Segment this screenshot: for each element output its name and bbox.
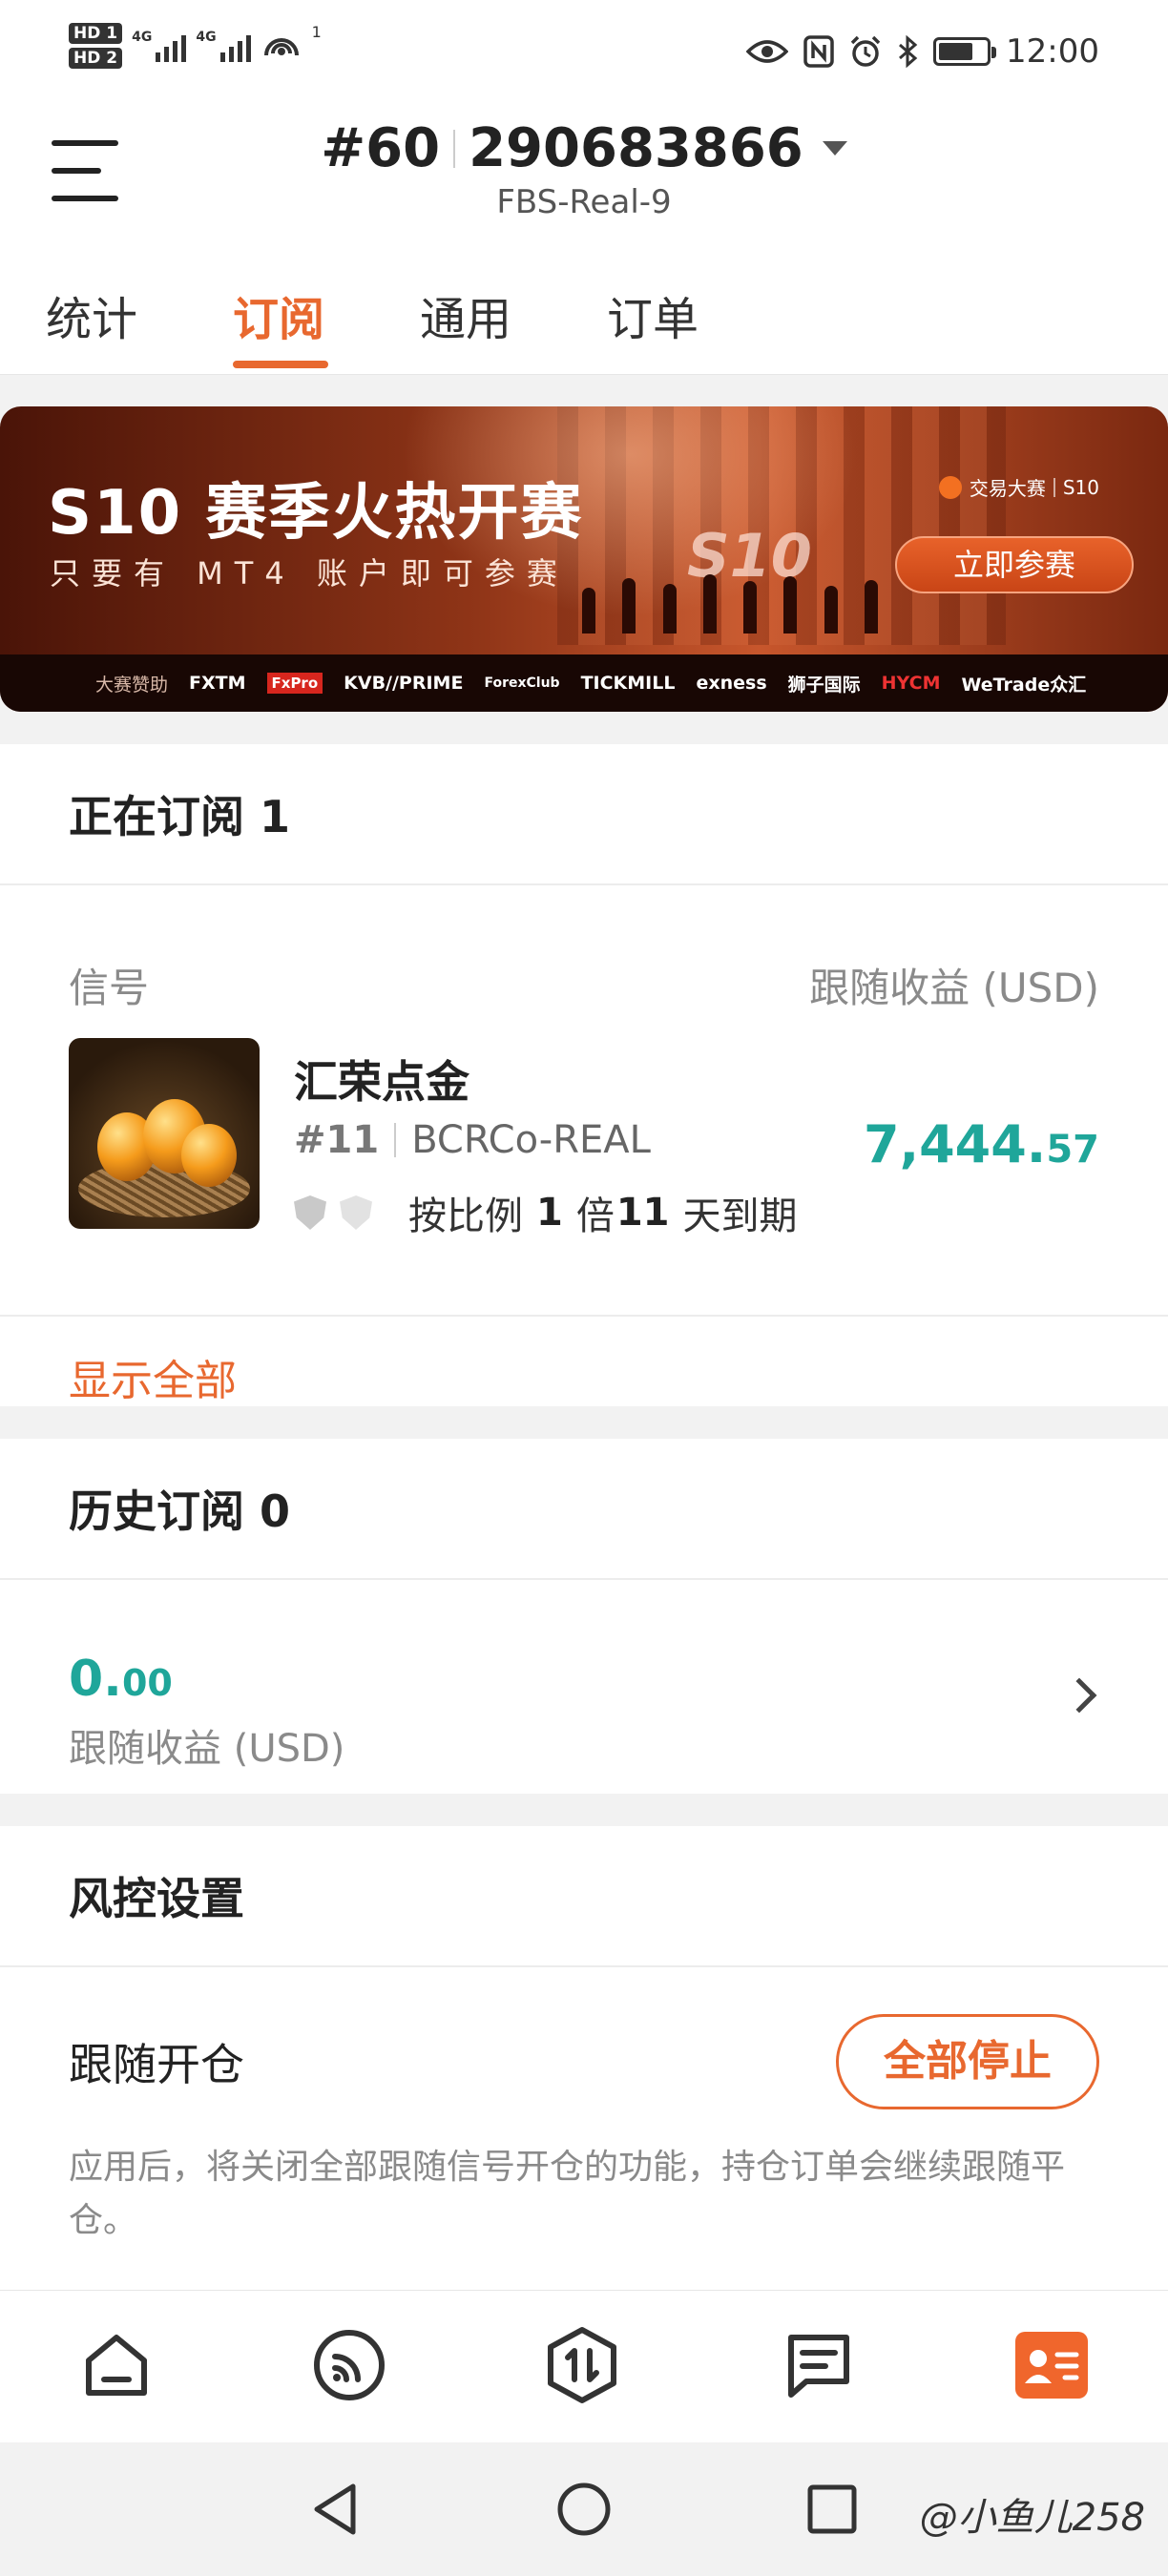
clock: 12:00 <box>1006 32 1099 71</box>
tab-subscriptions[interactable]: 订阅 <box>233 281 324 348</box>
sponsor-logo: 狮子国际 <box>787 674 861 696</box>
sponsor-logo: FXTM <box>189 673 246 694</box>
watermark: @小鱼儿258 <box>919 2496 1145 2540</box>
stop-all-note: 应用后，将关闭全部跟随信号开仓的功能，持仓订单会继续跟随平仓。 <box>69 2148 1066 2240</box>
expiry-days: 11 <box>615 1191 670 1235</box>
shield-icon <box>294 1195 326 1230</box>
active-subscriptions-card: 正在订阅 1 信号 跟随收益 (USD) 汇荣点金 #11 BCRCo-REAL… <box>0 744 1168 1406</box>
signal-meta: #11 BCRCo-REAL <box>294 1118 651 1162</box>
ratio-unit: 倍 <box>575 1195 615 1238</box>
app-header: #60 290683866 FBS-Real-9 <box>0 110 1168 234</box>
sponsor-logo: HYCM <box>881 673 941 694</box>
signal-avatar[interactable] <box>69 1038 260 1229</box>
sim-indicators: HD 1 HD 2 <box>69 23 123 69</box>
history-subscriptions-title: 历史订阅 0 <box>0 1439 1168 1580</box>
brand-logo-icon <box>938 475 962 499</box>
tab-bar: 统计 订阅 通用 订单 <box>0 234 1168 375</box>
follow-open-row: 跟随开仓 全部停止 <box>69 2009 1099 2114</box>
recents-icon[interactable] <box>794 2471 870 2547</box>
hotspot-count: 1 <box>311 23 322 41</box>
caret-down-icon <box>822 141 847 156</box>
status-bar: HD 1 HD 2 4G 4G 1 12:00 <box>0 0 1168 110</box>
ratio-prefix: 按比例 <box>408 1195 523 1238</box>
stop-all-button[interactable]: 全部停止 <box>836 2014 1099 2109</box>
history-profit-decimal: 00 <box>121 1662 173 1704</box>
signal-ratio: 按比例 1 倍 11 天到期 <box>294 1185 798 1240</box>
history-profit-integer: 0. <box>69 1651 122 1708</box>
bluetooth-icon <box>899 35 918 68</box>
account-number: 290683866 <box>469 117 803 179</box>
sponsor-label: 大赛赞助 <box>95 674 169 696</box>
status-left: HD 1 HD 2 4G 4G 1 <box>69 23 322 69</box>
hotspot-icon <box>263 38 299 56</box>
home-circle-icon[interactable] <box>546 2471 622 2547</box>
account-switcher[interactable]: #60 290683866 FBS-Real-9 <box>0 117 1168 221</box>
promo-banner[interactable]: S10 赛季火热开赛 只要有 MT4 账户即可参赛 S10 交易大赛 S10 立… <box>0 406 1168 712</box>
eye-icon <box>746 40 789 63</box>
signal-server: BCRCo-REAL <box>411 1118 651 1162</box>
account-server: FBS-Real-9 <box>496 183 672 221</box>
show-all-link[interactable]: 显示全部 <box>0 1315 1168 1437</box>
crowd-illustration <box>582 567 878 634</box>
trade-icon[interactable] <box>544 2327 620 2403</box>
brand-season: S10 <box>1062 475 1099 499</box>
battery-icon <box>933 37 997 66</box>
banner-title: S10 赛季火热开赛 <box>48 478 584 549</box>
signal-name[interactable]: 汇荣点金 <box>294 1048 469 1111</box>
signal-1-icon: 4G <box>132 30 187 62</box>
active-subscriptions-title: 正在订阅 1 <box>0 744 1168 885</box>
shield-outline-icon <box>340 1195 372 1230</box>
sponsor-logo: FxPro <box>266 673 323 694</box>
tab-general[interactable]: 通用 <box>420 281 511 348</box>
message-icon[interactable] <box>781 2327 857 2403</box>
banner-subtitle: 只要有 MT4 账户即可参赛 <box>50 555 569 592</box>
expiry-suffix: 天到期 <box>682 1195 798 1238</box>
account-divider <box>453 129 456 168</box>
join-contest-button[interactable]: 立即参赛 <box>895 536 1134 593</box>
tab-orders[interactable]: 订单 <box>607 281 699 348</box>
sponsor-strip: 大赛赞助 FXTM FxPro KVB//PRIME ForexClub TIC… <box>0 654 1168 712</box>
history-profit: 0.00 <box>69 1651 173 1708</box>
status-right: 12:00 <box>746 32 1099 71</box>
account-rank: #60 <box>321 117 441 179</box>
signal-profit: 7,444.57 <box>864 1114 1099 1174</box>
sim-2-label: HD 2 <box>69 48 123 69</box>
sponsor-logo: KVB//PRIME <box>344 673 464 694</box>
sim-1-label: HD 1 <box>69 23 123 44</box>
active-tab-indicator <box>233 361 328 368</box>
col-signal: 信号 <box>69 965 150 1011</box>
sponsor-logo: ForexClub <box>484 675 560 691</box>
signal-2-icon: 4G <box>196 30 251 62</box>
risk-settings-card: 风控设置 跟随开仓 全部停止 应用后，将关闭全部跟随信号开仓的功能，持仓订单会继… <box>0 1826 1168 2290</box>
chevron-right-icon[interactable] <box>1061 1677 1097 1714</box>
profit-integer: 7,444. <box>864 1114 1047 1174</box>
history-subscriptions-card[interactable]: 历史订阅 0 0.00 跟随收益 (USD) <box>0 1439 1168 1794</box>
sponsor-logo: WeTrade众汇 <box>961 674 1087 696</box>
signal-rank: #11 <box>294 1118 380 1162</box>
back-icon[interactable] <box>298 2471 374 2547</box>
nfc-icon <box>803 35 834 68</box>
banner-brand: 交易大赛 S10 <box>938 473 1099 501</box>
profit-decimal: 57 <box>1046 1128 1099 1172</box>
risk-settings-title: 风控设置 <box>0 1826 1168 1967</box>
system-nav-bar: @小鱼儿258 <box>0 2442 1168 2576</box>
ratio-value: 1 <box>536 1191 563 1235</box>
network-1-label: 4G <box>132 30 153 45</box>
follow-open-label: 跟随开仓 <box>69 2039 244 2090</box>
col-profit: 跟随收益 (USD) <box>809 965 1099 1011</box>
sponsor-logo: exness <box>696 673 767 694</box>
signal-list-header: 信号 跟随收益 (USD) <box>69 956 1099 1014</box>
tab-stats[interactable]: 统计 <box>46 281 137 348</box>
home-icon[interactable] <box>78 2327 155 2403</box>
sponsor-logo: TICKMILL <box>580 673 676 694</box>
alarm-icon <box>850 35 881 67</box>
bottom-nav <box>0 2290 1168 2442</box>
network-2-label: 4G <box>196 30 217 45</box>
signal-icon[interactable] <box>311 2327 387 2403</box>
history-profit-label: 跟随收益 (USD) <box>69 1727 345 1771</box>
profile-icon[interactable] <box>1013 2327 1090 2403</box>
brand-name: 交易大赛 <box>969 477 1046 500</box>
